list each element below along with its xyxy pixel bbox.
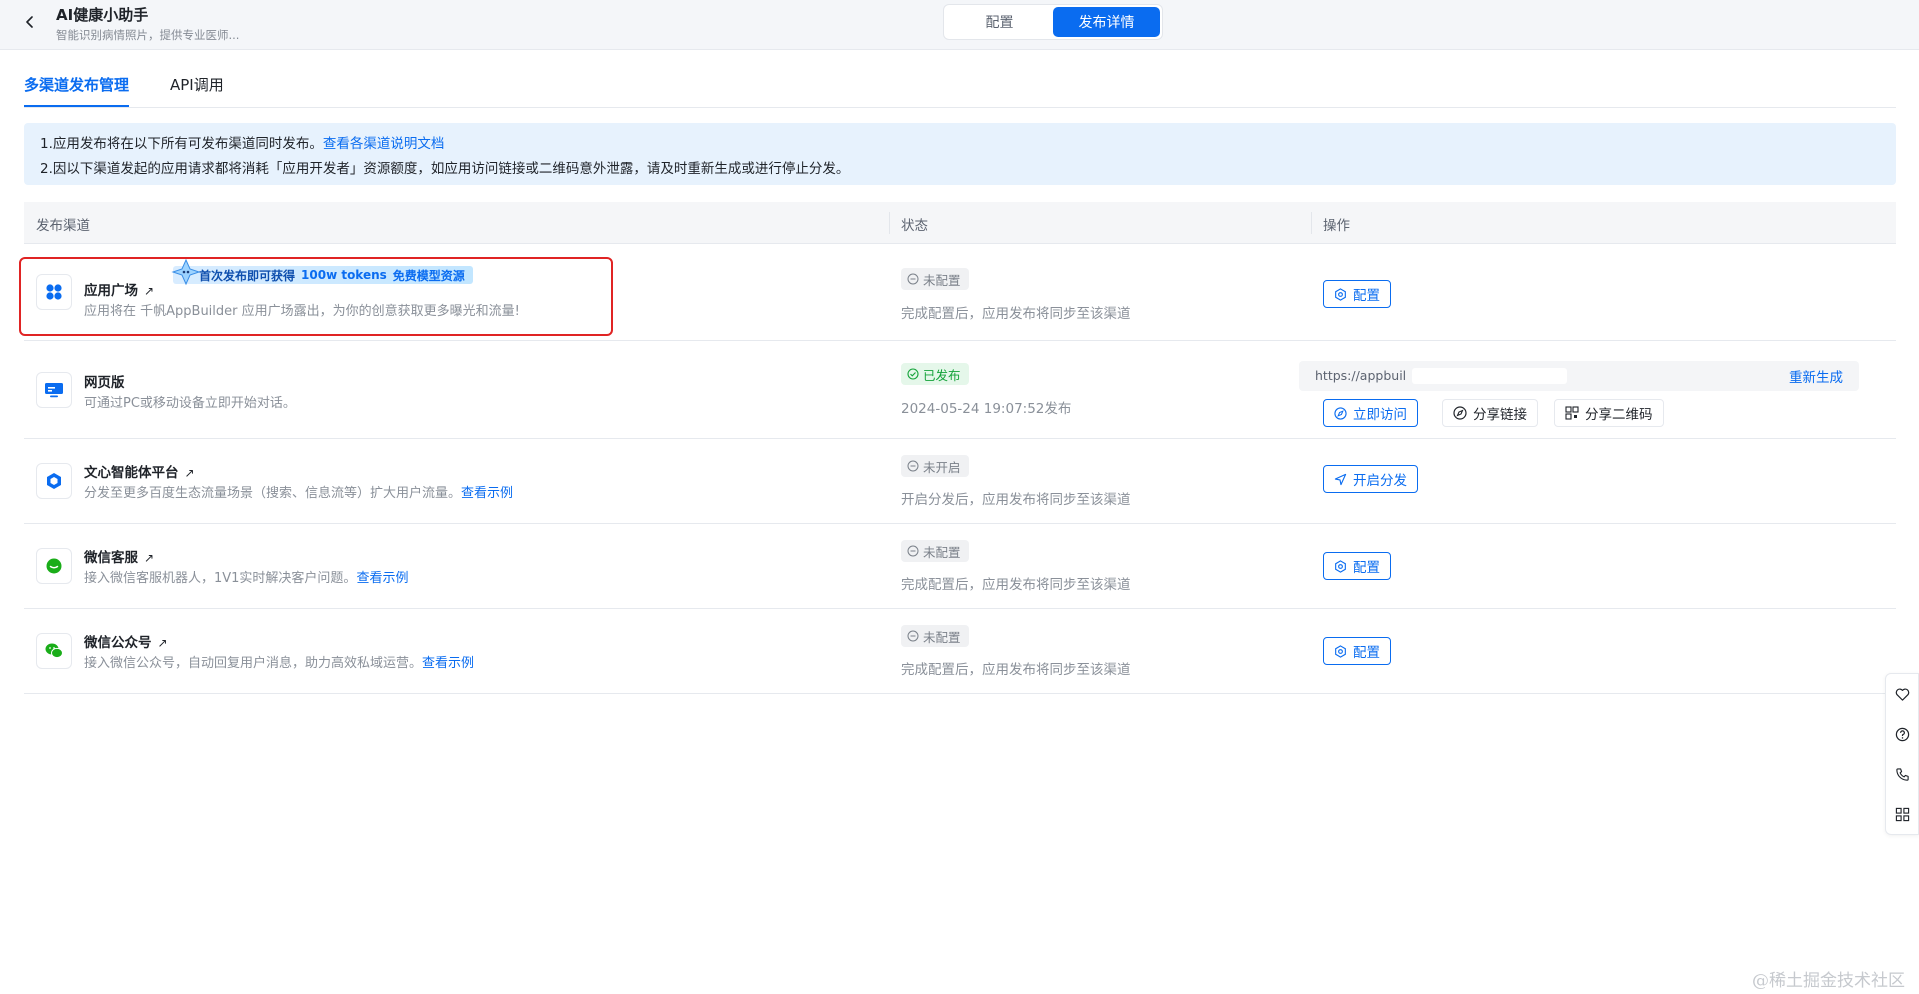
channel-description: 接入微信客服机器人，1V1实时解决客户问题。查看示例	[84, 571, 409, 586]
external-link-icon: ↗	[184, 466, 195, 480]
app-subtitle: 智能识别病情照片，提供专业医师...	[56, 28, 240, 42]
view-example-link[interactable]: 查看示例	[461, 486, 513, 501]
view-example-link[interactable]: 查看示例	[356, 571, 408, 586]
channel-description: 接入微信公众号，自动回复用户消息，助力高效私域运营。查看示例	[84, 656, 475, 671]
apps-grid-icon	[1895, 807, 1909, 821]
docs-link[interactable]: 查看各渠道说明文档	[323, 136, 445, 152]
channel-name[interactable]: 微信公众号 ↗	[84, 631, 168, 651]
table-header: 发布渠道 状态 操作	[24, 202, 1896, 244]
notice-banner: 1.应用发布将在以下所有可发布渠道同时发布。查看各渠道说明文档 2.因以下渠道发…	[24, 123, 1896, 185]
favorite-button[interactable]	[1891, 683, 1913, 705]
regenerate-link[interactable]: 重新生成	[1789, 366, 1843, 386]
status-text: 完成配置后，应用发布将同步至该渠道	[901, 662, 1131, 678]
configure-button[interactable]: 配置	[1323, 280, 1391, 308]
configure-button[interactable]: 配置	[1323, 552, 1391, 580]
settings-icon	[1335, 644, 1346, 658]
external-link-icon: ↗	[157, 636, 168, 650]
publish-time: 2024-05-24 19:07:52发布	[901, 401, 1072, 417]
view-switcher: 配置 发布详情	[943, 4, 1163, 40]
column-channel: 发布渠道	[36, 218, 90, 234]
column-divider	[1311, 212, 1312, 234]
tab-bar: 多渠道发布管理 API调用	[24, 62, 1896, 108]
highlight-annotation	[19, 257, 613, 336]
table-row: 文心智能体平台 ↗ 分发至更多百度生态流量场景（搜索、信息流等）扩大用户流量。查看…	[24, 439, 1896, 524]
segment-config[interactable]: 配置	[946, 7, 1053, 37]
app-title: AI健康小助手	[56, 6, 149, 24]
status-text: 完成配置后，应用发布将同步至该渠道	[901, 577, 1131, 593]
column-divider	[889, 212, 890, 234]
table-row: 微信客服 ↗ 接入微信客服机器人，1V1实时解决客户问题。查看示例 未配置 完成配…	[24, 524, 1896, 609]
wenxin-agent-icon	[36, 463, 72, 499]
minus-circle-icon	[907, 460, 919, 472]
notice-line-1: 1.应用发布将在以下所有可发布渠道同时发布。查看各渠道说明文档	[40, 136, 445, 152]
external-link-icon: ↗	[144, 551, 155, 565]
settings-icon	[1335, 559, 1346, 573]
tab-multichannel[interactable]: 多渠道发布管理	[24, 74, 130, 107]
enable-distribution-button[interactable]: 开启分发	[1323, 465, 1418, 493]
qrcode-icon	[1565, 406, 1579, 420]
redacted-url	[1412, 368, 1568, 385]
configure-button[interactable]: 配置	[1323, 637, 1391, 665]
floating-toolbar	[1885, 673, 1919, 835]
status-text: 开启分发后，应用发布将同步至该渠道	[901, 492, 1131, 508]
segment-publish-details[interactable]: 发布详情	[1053, 7, 1160, 37]
web-icon	[36, 372, 72, 408]
settings-icon	[1335, 287, 1346, 301]
phone-icon	[1895, 767, 1909, 781]
status-text: 完成配置后，应用发布将同步至该渠道	[901, 306, 1131, 322]
channel-name[interactable]: 微信客服 ↗	[84, 546, 154, 566]
contact-button[interactable]	[1891, 763, 1913, 785]
send-icon	[1334, 473, 1347, 485]
channel-name[interactable]: 文心智能体平台 ↗	[84, 461, 195, 481]
wechat-official-icon	[36, 633, 72, 669]
status-badge: 未配置	[901, 540, 969, 562]
tab-api[interactable]: API调用	[170, 74, 224, 105]
help-icon	[1895, 727, 1909, 741]
share-qrcode-button[interactable]: 分享二维码	[1554, 399, 1664, 427]
app-url-field: https://appbuil 重新生成	[1299, 361, 1859, 391]
column-actions: 操作	[1323, 218, 1350, 234]
minus-circle-icon	[907, 630, 919, 642]
status-badge: 已发布	[901, 363, 969, 385]
wechat-service-icon	[36, 548, 72, 584]
minus-circle-icon	[907, 545, 919, 557]
status-badge: 未配置	[901, 268, 969, 290]
visit-now-button[interactable]: 立即访问	[1323, 399, 1418, 427]
channel-name: 网页版	[84, 375, 125, 391]
check-circle-icon	[907, 368, 919, 380]
link-icon	[1453, 406, 1467, 420]
share-link-button[interactable]: 分享链接	[1442, 399, 1538, 427]
status-badge: 未配置	[901, 625, 969, 647]
compass-icon	[1334, 406, 1347, 420]
heart-icon	[1895, 687, 1909, 701]
help-button[interactable]	[1891, 723, 1913, 745]
view-example-link[interactable]: 查看示例	[422, 656, 474, 671]
minus-circle-icon	[907, 273, 919, 285]
top-bar: AI健康小助手 智能识别病情照片，提供专业医师... 配置 发布详情	[0, 0, 1919, 50]
apps-button[interactable]	[1891, 803, 1913, 825]
chevron-left-icon	[26, 16, 33, 28]
back-button[interactable]	[20, 12, 40, 32]
channel-description: 分发至更多百度生态流量场景（搜索、信息流等）扩大用户流量。查看示例	[84, 486, 514, 501]
status-badge: 未开启	[901, 455, 969, 477]
column-status: 状态	[901, 218, 928, 234]
table-row: 微信公众号 ↗ 接入微信公众号，自动回复用户消息，助力高效私域运营。查看示例 未配…	[24, 609, 1896, 694]
url-text: https://appbuil	[1315, 368, 1568, 385]
notice-line-2: 2.因以下渠道发起的应用请求都将消耗「应用开发者」资源额度，如应用访问链接或二维…	[40, 161, 850, 177]
channel-description: 可通过PC或移动设备立即开始对话。	[84, 396, 296, 411]
watermark: @稀土掘金技术社区	[1752, 971, 1905, 991]
